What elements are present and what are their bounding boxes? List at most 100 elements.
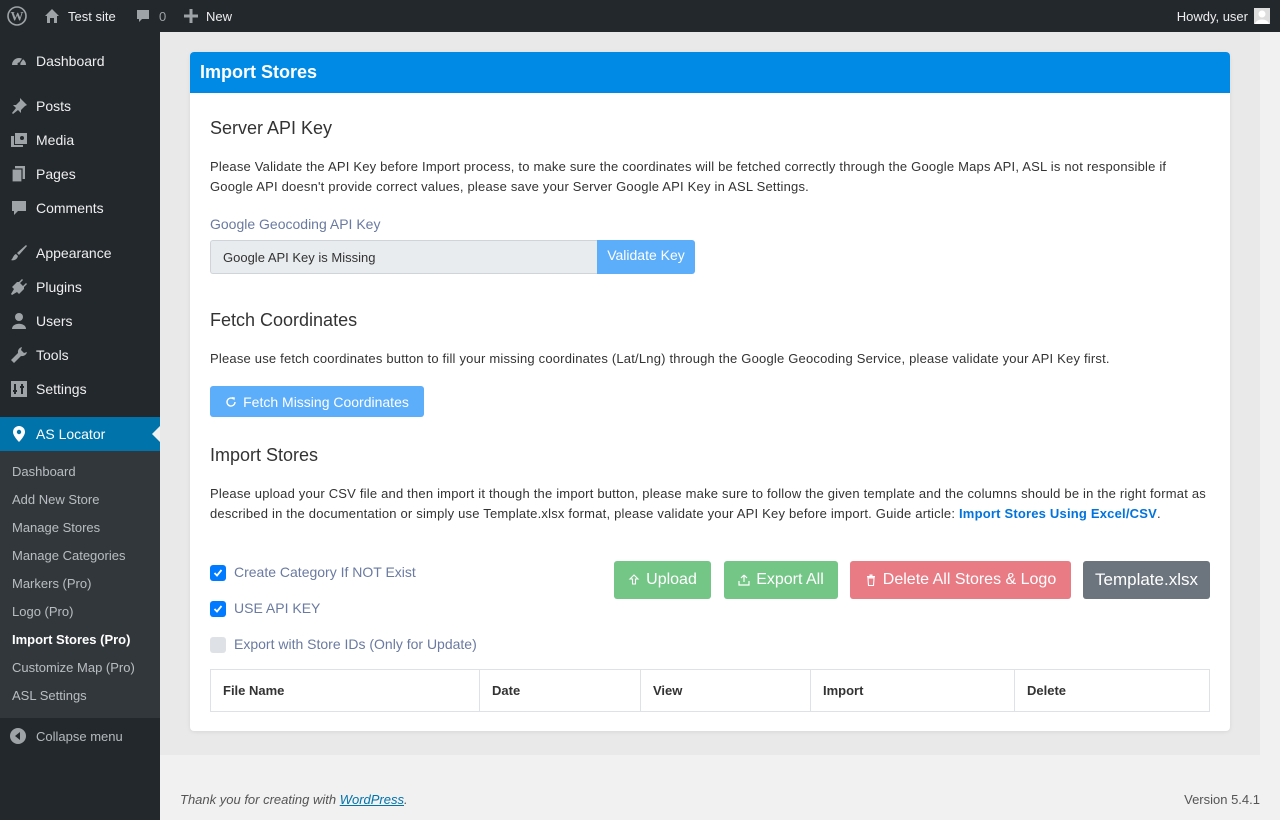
trash-icon: [866, 574, 875, 586]
card-header: Import Stores: [190, 52, 1230, 93]
template-label: Template.xlsx: [1095, 570, 1198, 589]
submenu-markers[interactable]: Markers (Pro): [12, 576, 91, 591]
wordpress-logo-icon[interactable]: W: [7, 0, 27, 32]
export-all-button[interactable]: Export All: [724, 561, 838, 599]
svg-text:W: W: [11, 9, 24, 24]
wrench-icon: [9, 345, 29, 365]
home-icon: [45, 9, 59, 23]
howdy-text: Howdy, user: [1176, 8, 1248, 24]
footer-thanks-text: Thank you for creating with: [180, 792, 337, 807]
checkmark-icon: [213, 569, 223, 577]
site-name: Test site: [68, 8, 116, 24]
new-content-link[interactable]: New: [184, 0, 232, 32]
brush-icon: [9, 243, 29, 263]
submenu-customize-map[interactable]: Customize Map (Pro): [12, 660, 135, 675]
menu-label: Posts: [36, 98, 72, 114]
template-download-button[interactable]: Template.xlsx: [1083, 561, 1210, 599]
content-area: Import Stores Server API Key Please Vali…: [160, 32, 1260, 755]
site-link[interactable]: Test site: [44, 0, 116, 32]
submenu-import-stores[interactable]: Import Stores (Pro): [12, 632, 130, 647]
delete-all-label: Delete All Stores & Logo: [882, 571, 1057, 588]
submenu-logo[interactable]: Logo (Pro): [12, 604, 73, 619]
menu-label: Comments: [36, 200, 104, 216]
refresh-icon: [226, 396, 236, 407]
menu-dashboard[interactable]: Dashboard: [0, 44, 160, 78]
export-store-ids-checkbox[interactable]: [210, 637, 226, 653]
comment-bubble-icon: [137, 10, 149, 22]
submenu-add-new-store[interactable]: Add New Store: [12, 492, 99, 507]
location-pin-icon: [9, 424, 29, 444]
create-category-label: Create Category If NOT Exist: [234, 564, 416, 580]
menu-users[interactable]: Users: [0, 304, 160, 338]
media-icon: [9, 130, 29, 150]
submenu-asl-settings[interactable]: ASL Settings: [12, 688, 87, 703]
plugin-icon: [9, 277, 29, 297]
collapse-menu-button[interactable]: Collapse menu: [0, 722, 160, 750]
avatar: [1254, 8, 1270, 24]
menu-label: Settings: [36, 381, 87, 397]
wordpress-link[interactable]: WordPress: [340, 792, 404, 807]
comments-link[interactable]: 0: [135, 0, 166, 32]
import-files-table: File Name Date View Import Delete: [210, 669, 1210, 712]
validate-key-label: Validate Key: [607, 247, 685, 263]
submenu-manage-categories[interactable]: Manage Categories: [12, 548, 125, 563]
menu-plugins[interactable]: Plugins: [0, 270, 160, 304]
menu-comments[interactable]: Comments: [0, 191, 160, 225]
admin-bar: W Test site 0 New Howdy, user: [0, 0, 1280, 32]
menu-tools[interactable]: Tools: [0, 338, 160, 372]
checkmark-icon: [213, 605, 223, 613]
menu-posts[interactable]: Posts: [0, 89, 160, 123]
user-icon: [9, 311, 29, 331]
menu-label: Tools: [36, 347, 69, 363]
menu-appearance[interactable]: Appearance: [0, 236, 160, 270]
menu-label: Media: [36, 132, 75, 148]
server-api-heading: Server API Key: [210, 118, 333, 138]
fetch-heading: Fetch Coordinates: [210, 310, 358, 330]
export-icon: [738, 574, 750, 586]
pages-icon: [9, 164, 29, 184]
submenu-manage-stores[interactable]: Manage Stores: [12, 520, 100, 535]
fetch-coordinates-button[interactable]: Fetch Missing Coordinates: [210, 386, 424, 417]
api-key-input[interactable]: [210, 240, 598, 274]
footer-version: Version 5.4.1: [1184, 792, 1260, 807]
guide-article-link[interactable]: Import Stores Using Excel/CSV: [959, 506, 1157, 521]
fetch-coordinates-label: Fetch Missing Coordinates: [243, 393, 409, 410]
column-file-name[interactable]: File Name: [210, 669, 480, 712]
footer-thanks: Thank you for creating with WordPress.: [180, 792, 408, 807]
as-locator-submenu: Dashboard Add New Store Manage Stores Ma…: [0, 451, 160, 718]
menu-pages[interactable]: Pages: [0, 157, 160, 191]
use-api-key-checkbox[interactable]: [210, 601, 226, 617]
validate-key-button[interactable]: Validate Key: [597, 240, 695, 274]
menu-as-locator[interactable]: AS Locator: [0, 417, 160, 451]
fetch-description: Please use fetch coordinates button to f…: [210, 351, 1110, 366]
menu-label: Pages: [36, 166, 76, 182]
settings-icon: [9, 379, 29, 399]
comment-icon: [9, 198, 29, 218]
menu-label: AS Locator: [36, 426, 106, 442]
current-menu-arrow: [152, 426, 160, 442]
new-label: New: [206, 8, 233, 24]
column-view[interactable]: View: [640, 669, 811, 712]
submenu-dashboard[interactable]: Dashboard: [12, 464, 76, 479]
export-store-ids-label: Export with Store IDs (Only for Update): [234, 636, 477, 652]
column-import[interactable]: Import: [810, 669, 1015, 712]
menu-label: Plugins: [36, 279, 82, 295]
account-menu[interactable]: Howdy, user: [1177, 0, 1270, 32]
column-delete[interactable]: Delete: [1014, 669, 1210, 712]
collapse-icon: [10, 728, 26, 744]
geocoding-key-label: Google Geocoding API Key: [210, 216, 381, 232]
create-category-checkbox[interactable]: [210, 565, 226, 581]
menu-settings[interactable]: Settings: [0, 372, 160, 406]
upload-icon: [628, 574, 640, 585]
upload-button[interactable]: Upload: [614, 561, 711, 599]
menu-media[interactable]: Media: [0, 123, 160, 157]
column-date[interactable]: Date: [479, 669, 641, 712]
delete-all-button[interactable]: Delete All Stores & Logo: [850, 561, 1071, 599]
pin-icon: [9, 96, 29, 116]
menu-label: Appearance: [36, 245, 112, 261]
server-api-description: Please Validate the API Key before Impor…: [210, 159, 1167, 194]
menu-label: Dashboard: [36, 53, 105, 69]
dashboard-icon: [9, 51, 29, 71]
import-stores-card: Import Stores Server API Key Please Vali…: [190, 52, 1230, 731]
plus-icon: [184, 9, 198, 23]
